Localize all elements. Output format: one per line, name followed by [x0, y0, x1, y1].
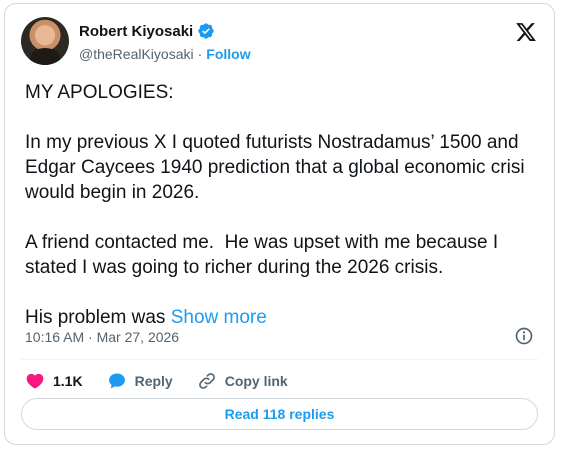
- divider: [21, 359, 538, 360]
- copy-link-label: Copy link: [224, 373, 288, 389]
- like-button[interactable]: 1.1K: [25, 371, 83, 391]
- handle-separator: ·: [197, 46, 203, 62]
- verified-badge-icon: [198, 23, 214, 39]
- author-handle[interactable]: @theRealKiyosaki: [79, 46, 194, 62]
- like-count: 1.1K: [53, 373, 83, 389]
- link-icon: [198, 373, 215, 389]
- read-replies-button[interactable]: Read 118 replies: [21, 398, 538, 430]
- action-bar: 1.1K Reply Copy link: [25, 370, 312, 392]
- tweet-timestamp[interactable]: 10:16 AM · Mar 27, 2026: [25, 329, 179, 345]
- author-handle-row: @theRealKiyosaki · Follow: [79, 46, 251, 62]
- follow-button[interactable]: Follow: [206, 46, 250, 62]
- tweet-card: Robert Kiyosaki @theRealKiyosaki · Follo…: [4, 3, 555, 445]
- author-display-name[interactable]: Robert Kiyosaki: [79, 23, 193, 40]
- heart-icon: [26, 373, 44, 389]
- tweet-text: MY APOLOGIES: In my previous X I quoted …: [25, 82, 525, 328]
- show-more-link[interactable]: Show more: [171, 307, 267, 328]
- reply-button[interactable]: Reply: [107, 371, 173, 391]
- tweet-header: Robert Kiyosaki @theRealKiyosaki · Follo…: [21, 17, 541, 67]
- info-icon[interactable]: [514, 326, 534, 346]
- x-logo-icon[interactable]: [515, 21, 537, 43]
- reply-label: Reply: [134, 373, 173, 389]
- reply-bubble-icon: [108, 373, 125, 389]
- tweet-body: MY APOLOGIES: In my previous X I quoted …: [25, 80, 545, 330]
- author-name-row: Robert Kiyosaki: [79, 21, 215, 41]
- copy-link-button[interactable]: Copy link: [197, 371, 288, 391]
- author-avatar[interactable]: [21, 17, 69, 65]
